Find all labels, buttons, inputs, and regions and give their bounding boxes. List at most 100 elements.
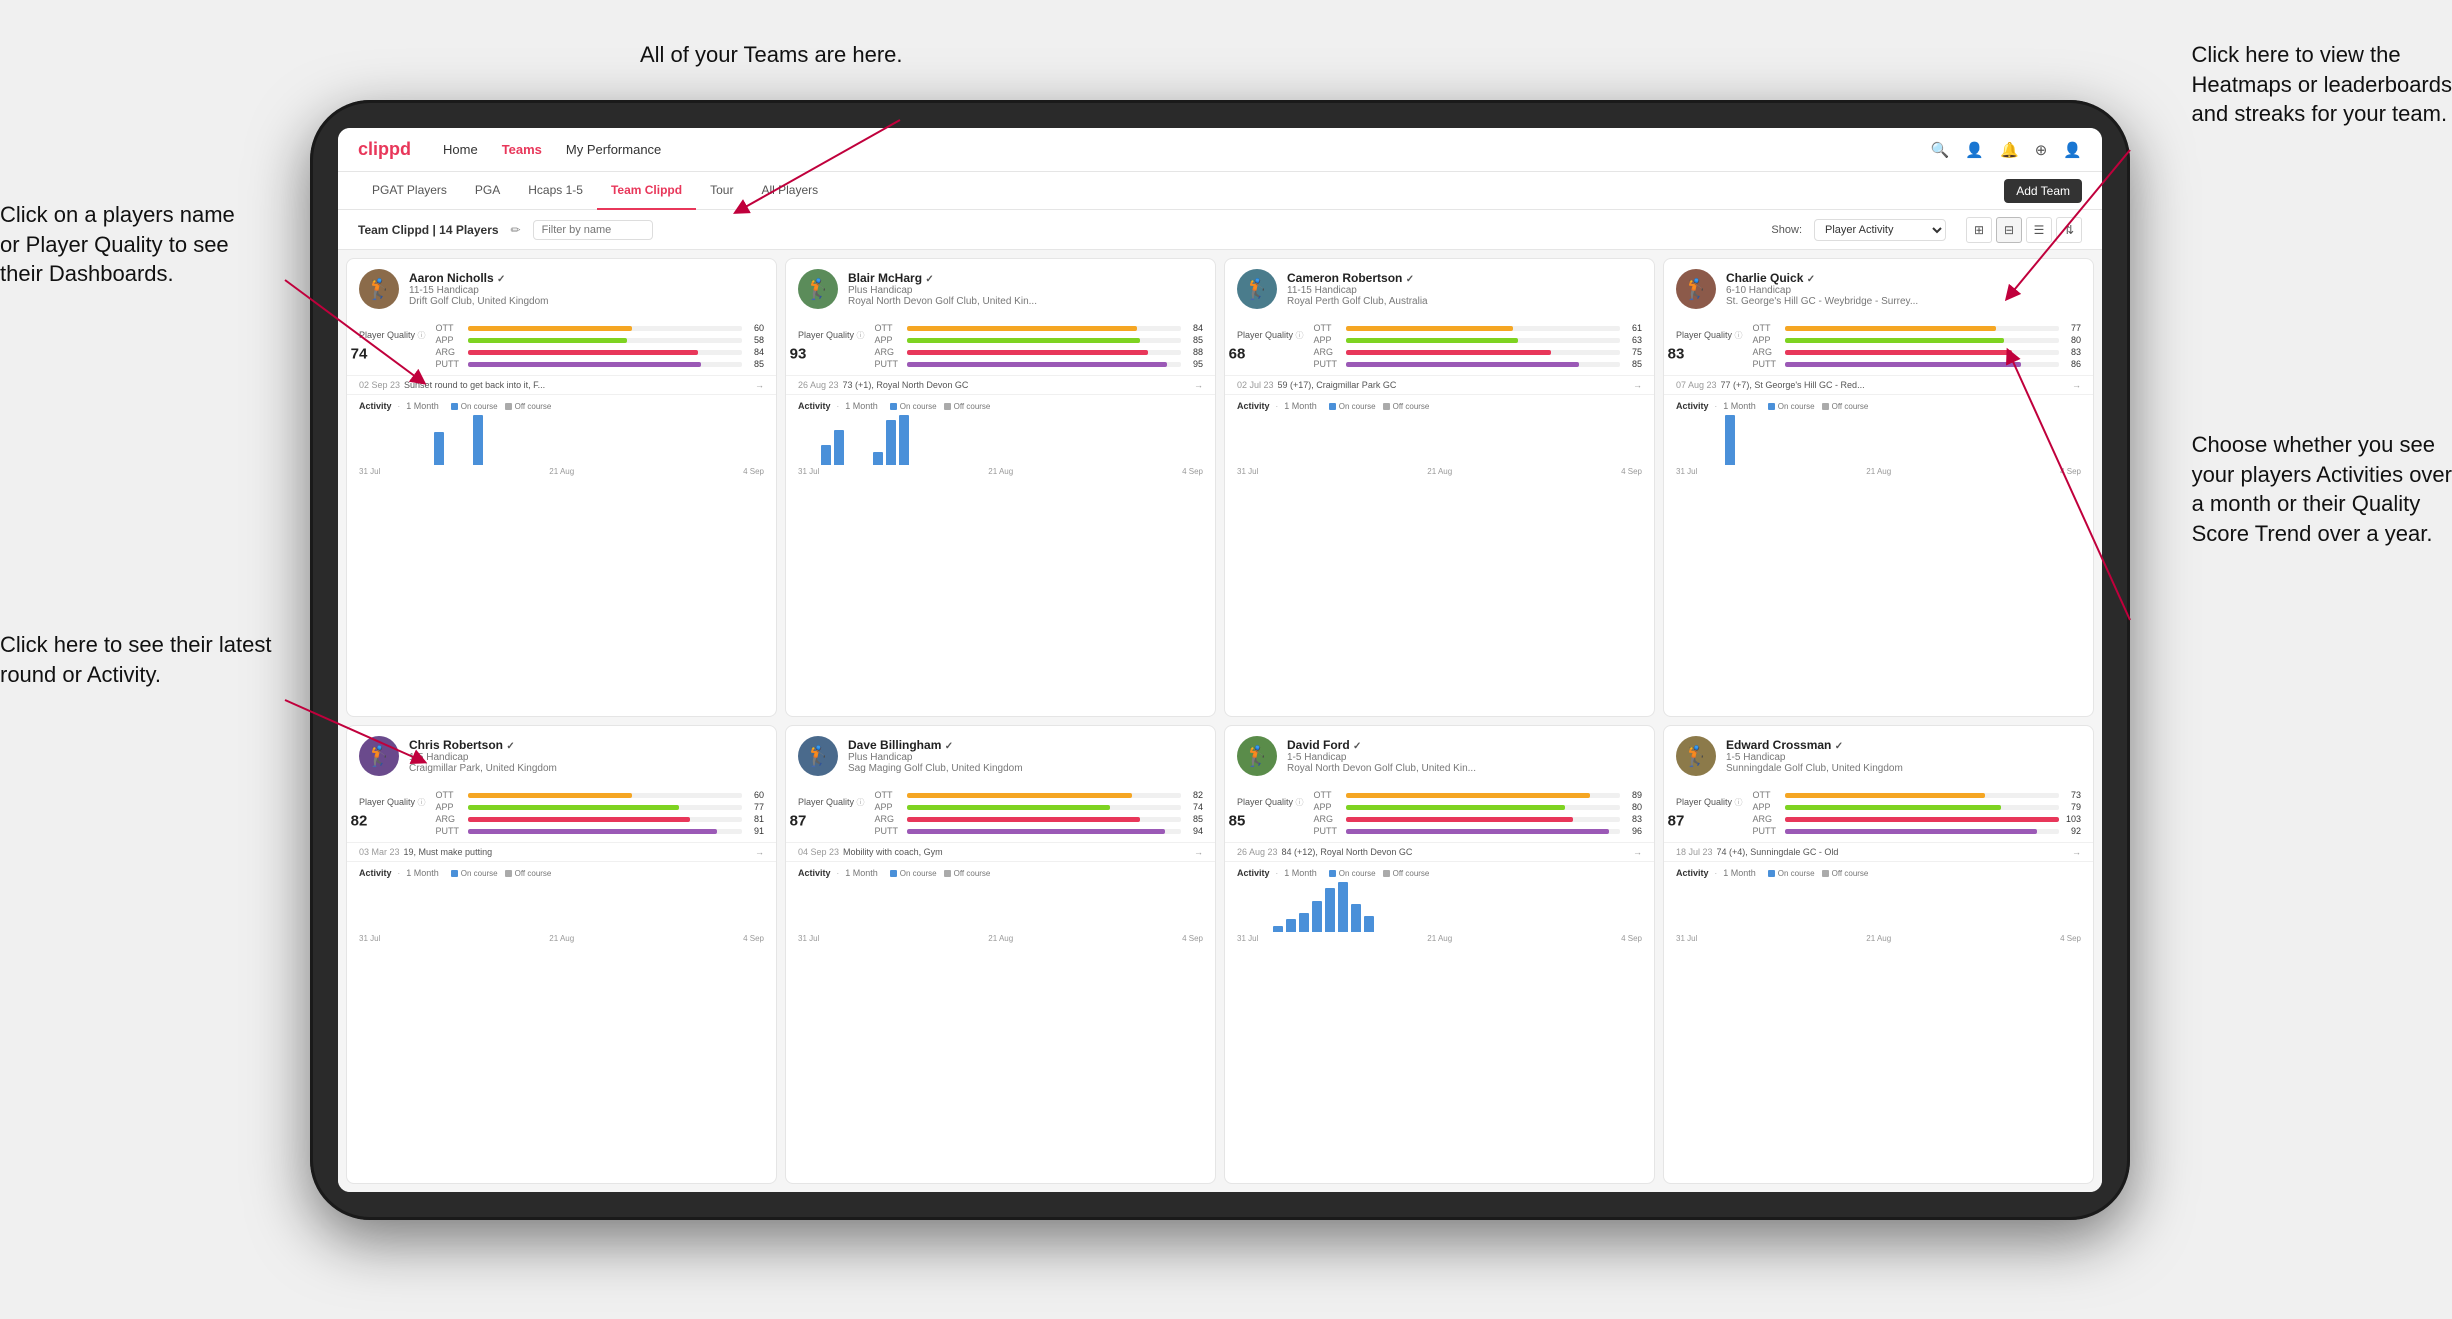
add-team-button[interactable]: Add Team [2004,179,2082,203]
nav-home[interactable]: Home [443,142,478,157]
player-card[interactable]: 🏌️ Cameron Robertson ✓ 11-15 Handicap Ro… [1224,258,1655,717]
player-name[interactable]: David Ford ✓ [1287,738,1642,752]
app-logo[interactable]: clippd [358,139,411,160]
card-header: 🏌️ Chris Robertson ✓ 1-5 Handicap Craigm… [347,726,776,786]
on-course-legend-label: On course [461,869,498,878]
player-card[interactable]: 🏌️ David Ford ✓ 1-5 Handicap Royal North… [1224,725,1655,1184]
show-select[interactable]: Player Activity Quality Score Trend [1814,219,1946,241]
nav-my-performance[interactable]: My Performance [566,142,661,157]
player-info: Aaron Nicholls ✓ 11-15 Handicap Drift Go… [409,271,764,307]
profile-icon[interactable]: 👤 [1965,141,1984,159]
edit-icon[interactable]: ✏ [511,223,521,237]
recent-activity-row[interactable]: 26 Aug 23 84 (+12), Royal North Devon GC… [1225,842,1654,861]
player-name[interactable]: Cameron Robertson ✓ [1287,271,1642,285]
subnav-all-players[interactable]: All Players [747,172,832,210]
search-icon[interactable]: 🔍 [1931,141,1950,159]
quality-section: Player Quality ⓘ 85 OTT 89 APP 80 ARG 83… [1225,786,1654,842]
stats-grid: OTT 82 APP 74 ARG 85 PUTT 94 [875,790,1203,836]
quality-number[interactable]: 93 [790,345,807,362]
player-card[interactable]: 🏌️ Charlie Quick ✓ 6-10 Handicap St. Geo… [1663,258,2094,717]
annotation-top-right: Click here to view theHeatmaps or leader… [2192,40,2452,129]
annotation-top-left: Click on a players nameor Player Quality… [0,200,235,289]
settings-icon[interactable]: ⊕ [2035,141,2048,159]
avatar: 🏌️ [359,269,399,309]
grid-view-button[interactable]: ⊞ [1966,217,1992,243]
show-label: Show: [1771,224,1802,236]
recent-activity-row[interactable]: 04 Sep 23 Mobility with coach, Gym → [786,842,1215,861]
nav-teams[interactable]: Teams [502,142,542,157]
quality-number[interactable]: 83 [1668,345,1685,362]
quality-number[interactable]: 68 [1229,345,1246,362]
notification-icon[interactable]: 🔔 [2000,141,2019,159]
on-course-legend-dot [1329,870,1336,877]
avatar: 🏌️ [359,736,399,776]
card-header: 🏌️ Edward Crossman ✓ 1-5 Handicap Sunnin… [1664,726,2093,786]
quality-number[interactable]: 82 [351,812,368,829]
recent-text: Mobility with coach, Gym [843,847,1190,857]
player-card[interactable]: 🏌️ Edward Crossman ✓ 1-5 Handicap Sunnin… [1663,725,2094,1184]
subnav-pga[interactable]: PGA [461,172,514,210]
top-nav: clippd Home Teams My Performance 🔍 👤 🔔 ⊕… [338,128,2102,172]
subnav-tour[interactable]: Tour [696,172,747,210]
annotation-top-center: All of your Teams are here. [640,40,903,70]
user-avatar-icon[interactable]: 👤 [2063,141,2082,159]
off-course-legend-dot [1822,403,1829,410]
avatar: 🏌️ [798,736,838,776]
player-card[interactable]: 🏌️ Chris Robertson ✓ 1-5 Handicap Craigm… [346,725,777,1184]
subnav-team-clippd[interactable]: Team Clippd [597,172,696,210]
card-header: 🏌️ Aaron Nicholls ✓ 11-15 Handicap Drift… [347,259,776,319]
chart-labels: 31 Jul21 Aug4 Sep [359,934,764,943]
off-course-legend-dot [1383,870,1390,877]
recent-arrow-icon: → [1194,380,1203,390]
card-view-button[interactable]: ⊟ [1996,217,2022,243]
activity-section: Activity · 1 Month On course Off course … [786,394,1215,484]
recent-date: 02 Sep 23 [359,380,400,390]
recent-date: 26 Aug 23 [1237,847,1278,857]
avatar: 🏌️ [798,269,838,309]
player-handicap: 11-15 Handicap [409,285,764,296]
activity-period: 1 Month [406,868,439,878]
recent-activity-row[interactable]: 26 Aug 23 73 (+1), Royal North Devon GC … [786,375,1215,394]
player-info: Dave Billingham ✓ Plus Handicap Sag Magi… [848,738,1203,774]
player-name[interactable]: Dave Billingham ✓ [848,738,1203,752]
chart-labels: 31 Jul21 Aug4 Sep [1676,467,2081,476]
subnav-pgat[interactable]: PGAT Players [358,172,461,210]
on-course-legend-label: On course [1778,402,1815,411]
player-name[interactable]: Charlie Quick ✓ [1726,271,2081,285]
player-card[interactable]: 🏌️ Blair McHarg ✓ Plus Handicap Royal No… [785,258,1216,717]
activity-header: Activity · 1 Month On course Off course [798,401,1203,411]
toolbar: Team Clippd | 14 Players ✏ Show: Player … [338,210,2102,250]
player-card[interactable]: 🏌️ Aaron Nicholls ✓ 11-15 Handicap Drift… [346,258,777,717]
on-course-legend-dot [890,403,897,410]
recent-activity-row[interactable]: 02 Jul 23 59 (+17), Craigmillar Park GC … [1225,375,1654,394]
player-name[interactable]: Chris Robertson ✓ [409,738,764,752]
quality-number[interactable]: 85 [1229,812,1246,829]
quality-number[interactable]: 87 [1668,812,1685,829]
recent-activity-row[interactable]: 18 Jul 23 74 (+4), Sunningdale GC - Old … [1664,842,2093,861]
subnav-hcaps[interactable]: Hcaps 1-5 [514,172,597,210]
recent-activity-row[interactable]: 03 Mar 23 19, Must make putting → [347,842,776,861]
player-handicap: Plus Handicap [848,285,1203,296]
quality-label: Player Quality ⓘ [1237,330,1304,341]
filter-input[interactable] [533,220,653,240]
quality-number[interactable]: 74 [351,345,368,362]
recent-activity-row[interactable]: 07 Aug 23 77 (+7), St George's Hill GC -… [1664,375,2093,394]
recent-text: 77 (+7), St George's Hill GC - Red... [1721,380,2068,390]
player-club: Royal North Devon Golf Club, United Kin.… [848,296,1203,307]
avatar: 🏌️ [1237,269,1277,309]
quality-section: Player Quality ⓘ 87 OTT 73 APP 79 ARG 10… [1664,786,2093,842]
off-course-legend-dot [944,870,951,877]
filter-view-button[interactable]: ☰ [2026,217,2052,243]
player-card[interactable]: 🏌️ Dave Billingham ✓ Plus Handicap Sag M… [785,725,1216,1184]
recent-activity-row[interactable]: 02 Sep 23 Sunset round to get back into … [347,375,776,394]
player-name[interactable]: Blair McHarg ✓ [848,271,1203,285]
activity-title: Activity [798,401,831,411]
quality-number[interactable]: 87 [790,812,807,829]
player-handicap: 1-5 Handicap [1726,752,2081,763]
sort-view-button[interactable]: ⇅ [2056,217,2082,243]
player-handicap: 11-15 Handicap [1287,285,1642,296]
player-info: Chris Robertson ✓ 1-5 Handicap Craigmill… [409,738,764,774]
player-name[interactable]: Aaron Nicholls ✓ [409,271,764,285]
player-name[interactable]: Edward Crossman ✓ [1726,738,2081,752]
activity-period: 1 Month [1284,401,1317,411]
